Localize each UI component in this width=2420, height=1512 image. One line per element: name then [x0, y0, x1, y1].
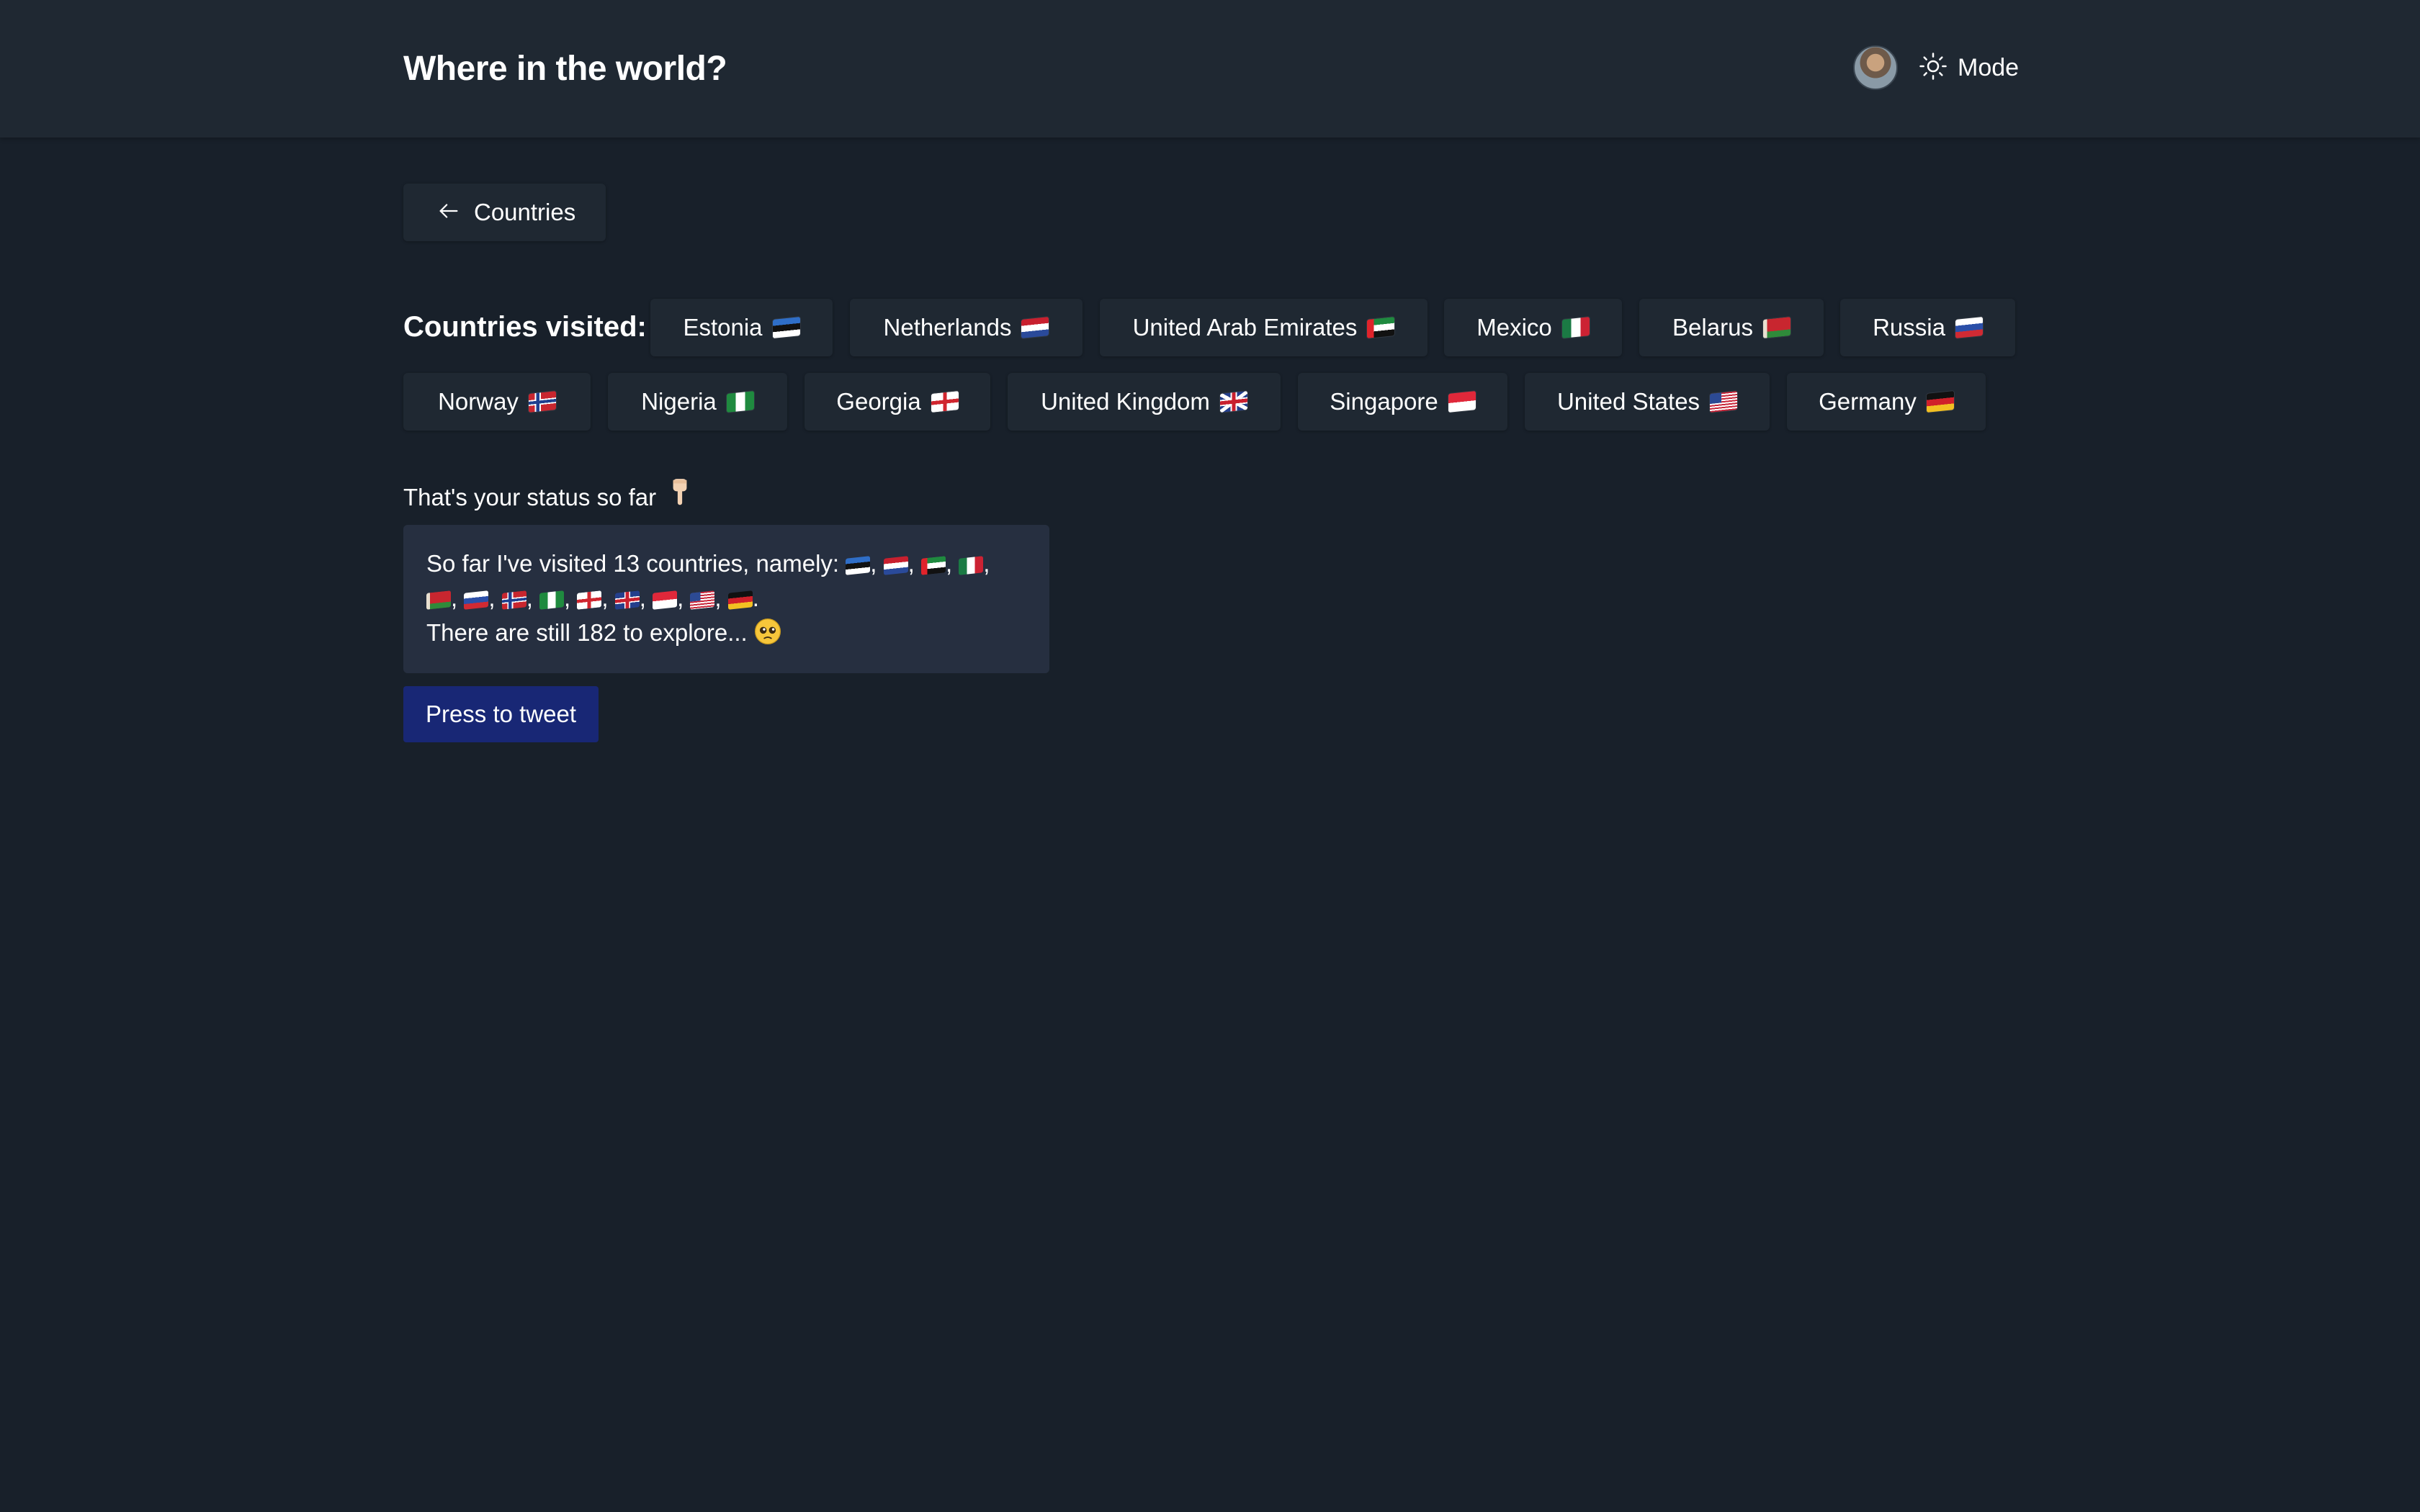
press-to-tweet-button[interactable]: Press to tweet: [403, 686, 599, 742]
back-to-countries-button[interactable]: Countries: [403, 184, 606, 241]
flag-by-icon: [426, 590, 451, 610]
flag-de-icon: [727, 590, 753, 610]
arrow-left-icon: [436, 199, 461, 227]
country-chip-mexico[interactable]: Mexico: [1444, 299, 1622, 356]
status-line-1: So far I've visited 13 countries, namely…: [426, 550, 990, 577]
status-line-3-text: There are still 182 to explore...: [426, 619, 748, 646]
country-name: Georgia: [836, 388, 921, 415]
country-chip-united-states[interactable]: United States: [1525, 373, 1770, 431]
country-name: Singapore: [1330, 388, 1438, 415]
country-chip-singapore[interactable]: Singapore: [1298, 373, 1507, 431]
country-chip-netherlands[interactable]: Netherlands: [850, 299, 1083, 356]
country-chip-norway[interactable]: Norway: [403, 373, 591, 431]
country-chip-germany[interactable]: Germany: [1787, 373, 1986, 431]
flag-mx-icon: [959, 556, 984, 575]
flag-ng-icon: [726, 391, 754, 413]
country-chip-estonia[interactable]: Estonia: [650, 299, 833, 356]
status-line-1-text: So far I've visited 13 countries, namely…: [426, 550, 840, 577]
flag-ng-icon: [539, 590, 565, 610]
user-avatar[interactable]: [1853, 45, 1898, 90]
country-name: Estonia: [683, 314, 763, 341]
status-line-2: , , , , , , , , .: [426, 581, 1026, 616]
country-name: United States: [1556, 388, 1700, 415]
flag-ge-icon: [931, 391, 959, 413]
country-chip-uae[interactable]: United Arab Emirates: [1100, 299, 1428, 356]
country-chip-russia[interactable]: Russia: [1840, 299, 2015, 356]
flag-ee-icon: [846, 556, 871, 575]
app-title: Where in the world?: [403, 50, 727, 88]
back-button-label: Countries: [474, 199, 576, 225]
flag-sg-icon: [653, 590, 678, 610]
flag-no-icon: [528, 391, 556, 413]
sun-icon: [1919, 52, 1948, 84]
app-header: Where in the world? Mode: [0, 0, 2420, 138]
country-name: Russia: [1873, 314, 1945, 341]
pointing-down-icon: [666, 477, 694, 518]
country-chip-united-kingdom[interactable]: United Kingdom: [1008, 373, 1281, 431]
flag-sg-icon: [1448, 391, 1476, 413]
country-chip-nigeria[interactable]: Nigeria: [608, 373, 787, 431]
status-message-box: So far I've visited 13 countries, namely…: [403, 525, 1049, 673]
flag-ae-icon: [920, 556, 946, 575]
flag-by-icon: [1762, 317, 1791, 338]
country-name: Mexico: [1476, 314, 1552, 341]
country-name: Belarus: [1672, 314, 1753, 341]
country-name: United Kingdom: [1041, 388, 1210, 415]
status-label-text: That's your status so far: [403, 484, 657, 510]
country-name: United Arab Emirates: [1132, 314, 1358, 341]
flag-us-icon: [690, 590, 715, 610]
country-name: Norway: [438, 388, 519, 415]
flag-us-icon: [1710, 391, 1738, 413]
pleading-face-icon: [754, 618, 781, 646]
flag-ge-icon: [577, 590, 602, 610]
theme-mode-toggle[interactable]: Mode: [1919, 48, 2019, 88]
status-line-3: There are still 182 to explore...: [426, 616, 1026, 650]
flag-nl-icon: [883, 556, 908, 575]
flag-ru-icon: [464, 590, 489, 610]
country-chip-georgia[interactable]: Georgia: [805, 373, 990, 431]
flag-nl-icon: [1021, 317, 1049, 338]
country-name: Netherlands: [883, 314, 1012, 341]
mode-label: Mode: [1958, 54, 2020, 81]
flag-de-icon: [1926, 391, 1954, 413]
countries-visited-label: Countries visited:: [403, 311, 647, 343]
country-name: Germany: [1819, 388, 1917, 415]
flag-gb-icon: [1219, 391, 1247, 413]
flag-no-icon: [501, 590, 526, 610]
flag-ee-icon: [772, 317, 800, 338]
flag-ru-icon: [1955, 317, 1983, 338]
country-chip-belarus[interactable]: Belarus: [1639, 299, 1824, 356]
flag-mx-icon: [1561, 317, 1590, 338]
country-name: Nigeria: [641, 388, 717, 415]
flag-ae-icon: [1367, 317, 1395, 338]
flag-gb-icon: [614, 590, 640, 610]
status-label: That's your status so far: [403, 477, 694, 518]
